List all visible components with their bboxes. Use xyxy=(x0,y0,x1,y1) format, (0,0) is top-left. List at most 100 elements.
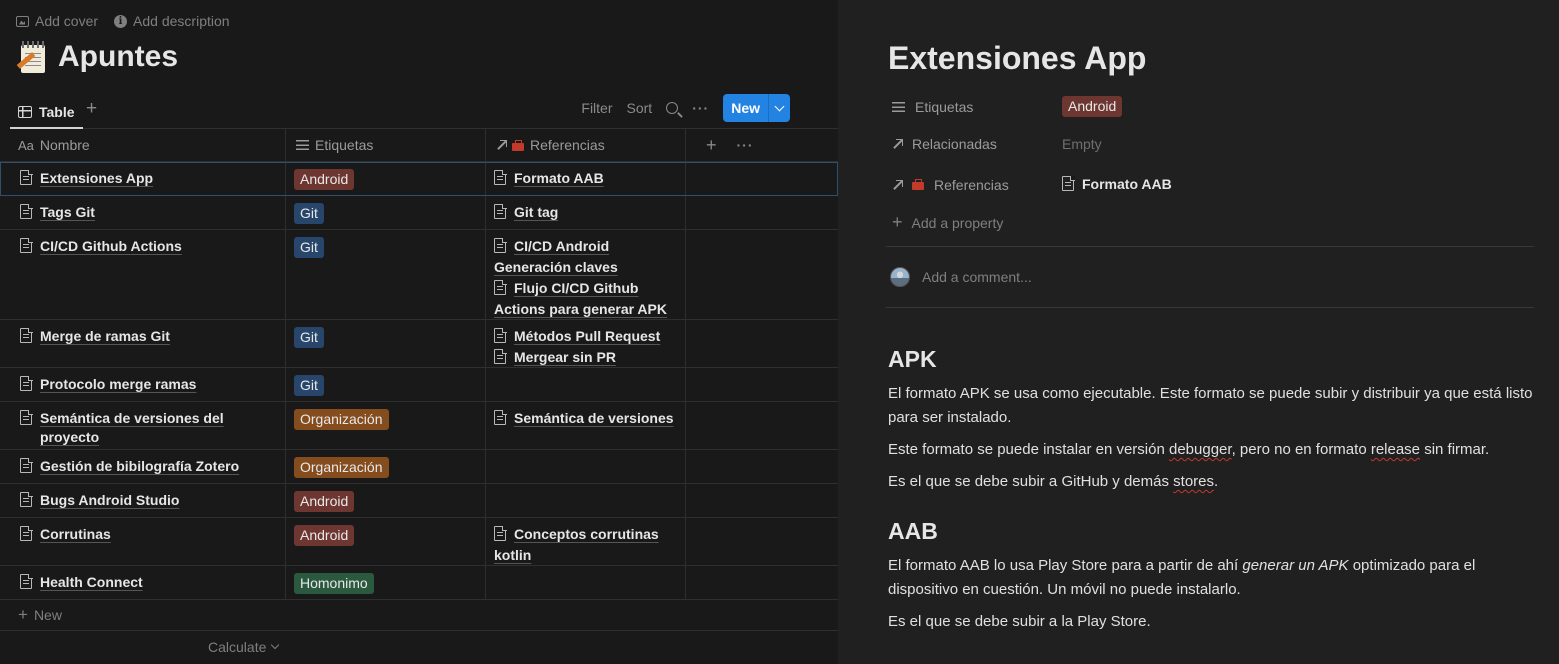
page-icon xyxy=(20,327,33,343)
new-dropdown-button[interactable] xyxy=(768,94,790,122)
add-property-button[interactable]: + Add a property xyxy=(892,212,1003,233)
cell-etiquetas[interactable]: Organización xyxy=(286,402,486,449)
cell-referencias[interactable] xyxy=(486,566,686,599)
cell-nombre[interactable]: Corrutinas xyxy=(0,518,286,565)
table-row[interactable]: Merge de ramas Git Git Métodos Pull Reques… xyxy=(0,320,838,368)
add-cover-button[interactable]: Add cover xyxy=(16,13,98,29)
reference-link[interactable]: Flujo CI/CD Github Actions para generar … xyxy=(494,278,677,320)
filter-button[interactable]: Filter xyxy=(581,100,612,116)
table-row[interactable]: Tags Git Git Git tag xyxy=(0,196,838,230)
heading-aab[interactable]: AAB xyxy=(888,518,1538,545)
cell-referencias[interactable] xyxy=(486,450,686,483)
add-row-button[interactable]: + New xyxy=(0,600,838,631)
tag-badge: Git xyxy=(294,203,324,224)
paragraph[interactable]: Es el que se debe subir a la Play Store. xyxy=(888,610,1538,634)
row-title[interactable]: Gestión de bibilografía Zotero xyxy=(40,457,239,476)
property-label-etiquetas[interactable]: Etiquetas xyxy=(892,99,1062,115)
paragraph[interactable]: Es el que se debe subir a GitHub y demás… xyxy=(888,470,1538,494)
cell-etiquetas[interactable]: Android xyxy=(286,162,486,195)
calculate-button[interactable]: Calculate xyxy=(0,631,838,663)
table-row[interactable]: Health Connect Homonimo xyxy=(0,566,838,600)
cell-nombre[interactable]: Tags Git xyxy=(0,196,286,229)
cell-referencias[interactable] xyxy=(486,368,686,401)
cell-etiquetas[interactable]: Android xyxy=(286,484,486,517)
paragraph[interactable]: Este formato se puede instalar en versió… xyxy=(888,438,1538,462)
row-title[interactable]: CI/CD Github Actions xyxy=(40,237,182,256)
cell-referencias[interactable]: Métodos Pull Request Mergear sin PR xyxy=(486,320,686,367)
new-button[interactable]: New xyxy=(723,94,790,122)
comment-input[interactable]: Add a comment... xyxy=(890,267,1032,287)
table-row[interactable]: Protocolo merge ramas Git xyxy=(0,368,838,402)
table-row[interactable]: Bugs Android Studio Android xyxy=(0,484,838,518)
property-value-referencias[interactable]: Formato AAB xyxy=(1062,174,1172,195)
cell-referencias[interactable]: Formato AAB xyxy=(486,162,686,195)
row-title[interactable]: Extensiones App xyxy=(40,169,153,188)
page-top-actions: Add cover i Add description xyxy=(16,13,230,29)
heading-apk[interactable]: APK xyxy=(888,346,1538,373)
add-cover-label: Add cover xyxy=(35,13,99,29)
paragraph[interactable]: El formato AAB lo usa Play Store para a … xyxy=(888,554,1538,602)
row-title[interactable]: Bugs Android Studio xyxy=(40,491,179,510)
cell-nombre[interactable]: Gestión de bibilografía Zotero xyxy=(0,450,286,483)
paragraph[interactable]: El formato APK se usa como ejecutable. E… xyxy=(888,382,1538,430)
cell-referencias[interactable]: Semántica de versiones xyxy=(486,402,686,449)
cell-nombre[interactable]: Semántica de versiones del proyecto xyxy=(0,402,286,449)
reference-link[interactable]: Git tag xyxy=(494,202,677,223)
cell-nombre[interactable]: Extensiones App xyxy=(0,162,286,195)
row-title[interactable]: Semántica de versiones del proyecto xyxy=(40,409,277,447)
cell-referencias[interactable]: Conceptos corrutinas kotlin xyxy=(486,518,686,565)
cell-nombre[interactable]: Bugs Android Studio xyxy=(0,484,286,517)
cell-etiquetas[interactable]: Android xyxy=(286,518,486,565)
cell-referencias[interactable]: Git tag xyxy=(486,196,686,229)
row-title[interactable]: Corrutinas xyxy=(40,525,111,544)
table-row[interactable]: CI/CD Github Actions Git CI/CD Android Gen… xyxy=(0,230,838,320)
cell-etiquetas[interactable]: Git xyxy=(286,320,486,367)
row-title[interactable]: Tags Git xyxy=(40,203,95,222)
column-header-referencias[interactable]: Referencias xyxy=(486,129,686,161)
add-description-button[interactable]: i Add description xyxy=(114,13,230,29)
property-value-etiquetas[interactable]: Android xyxy=(1062,96,1123,117)
cell-referencias[interactable] xyxy=(486,484,686,517)
table-row[interactable]: Semántica de versiones del proyecto Organ… xyxy=(0,402,838,450)
detail-title[interactable]: Extensiones App xyxy=(888,40,1146,77)
row-title[interactable]: Protocolo merge ramas xyxy=(40,375,196,394)
add-column-button[interactable]: + xyxy=(696,135,717,156)
reference-link[interactable]: Conceptos corrutinas kotlin xyxy=(494,524,677,566)
row-title[interactable]: Health Connect xyxy=(40,573,143,592)
reference-link[interactable]: CI/CD Android Generación claves xyxy=(494,236,677,278)
cell-nombre[interactable]: CI/CD Github Actions xyxy=(0,230,286,319)
add-view-button[interactable]: + xyxy=(86,98,97,120)
reference-link[interactable]: Métodos Pull Request xyxy=(494,326,677,347)
reference-link[interactable]: Semántica de versiones xyxy=(494,408,677,429)
spiral-notepad-icon[interactable] xyxy=(16,40,48,74)
cell-nombre[interactable]: Merge de ramas Git xyxy=(0,320,286,367)
table-row[interactable]: Corrutinas Android Conceptos corrutinas ko… xyxy=(0,518,838,566)
property-value-relacionadas[interactable]: Empty xyxy=(1062,136,1102,152)
reference-link[interactable]: Formato AAB xyxy=(494,168,677,189)
reference-link[interactable]: Mergear sin PR xyxy=(494,347,677,368)
tab-label: Table xyxy=(39,103,75,120)
column-header-etiquetas[interactable]: Etiquetas xyxy=(286,129,486,161)
tab-table-view[interactable]: Table xyxy=(10,96,83,129)
column-header-nombre[interactable]: Aa Nombre xyxy=(0,129,286,161)
column-more-icon[interactable]: ··· xyxy=(723,137,754,153)
table-row[interactable]: Extensiones App Android Formato AAB xyxy=(0,162,838,196)
table-row[interactable]: Gestión de bibilografía Zotero Organizaci… xyxy=(0,450,838,484)
cell-etiquetas[interactable]: Git xyxy=(286,368,486,401)
row-title[interactable]: Merge de ramas Git xyxy=(40,327,170,346)
text-run: release xyxy=(1370,441,1421,458)
cell-referencias[interactable]: CI/CD Android Generación claves Flujo CI/… xyxy=(486,230,686,319)
cell-etiquetas[interactable]: Git xyxy=(286,196,486,229)
page-title[interactable]: Apuntes xyxy=(58,40,178,74)
property-label-referencias[interactable]: Referencias xyxy=(892,177,1062,193)
property-label-relacionadas[interactable]: Relacionadas xyxy=(892,136,1062,152)
reference-link[interactable]: Formato AAB xyxy=(1082,176,1172,192)
cell-nombre[interactable]: Protocolo merge ramas xyxy=(0,368,286,401)
cell-etiquetas[interactable]: Homonimo xyxy=(286,566,486,599)
cell-etiquetas[interactable]: Organización xyxy=(286,450,486,483)
search-icon[interactable] xyxy=(666,102,679,114)
cell-etiquetas[interactable]: Git xyxy=(286,230,486,319)
more-options-icon[interactable]: ··· xyxy=(692,100,709,116)
sort-button[interactable]: Sort xyxy=(627,100,653,116)
cell-nombre[interactable]: Health Connect xyxy=(0,566,286,599)
